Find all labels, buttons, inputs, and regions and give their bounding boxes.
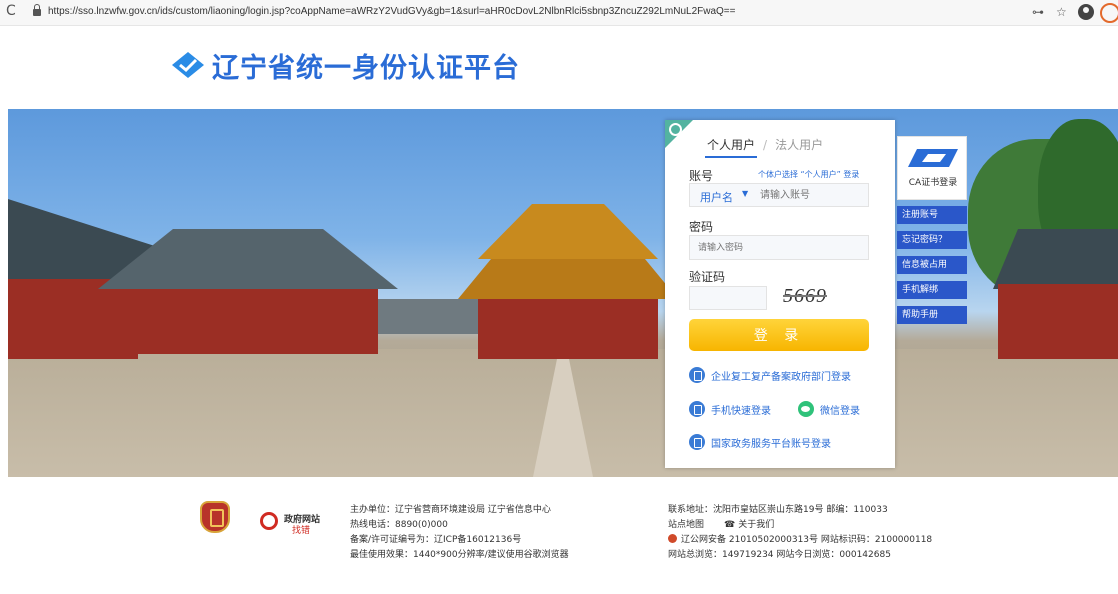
extension-icon[interactable]: [1100, 3, 1118, 23]
enterprise-login-link[interactable]: 企业复工复产备案政府部门登录: [689, 367, 851, 383]
national-login-link[interactable]: 国家政务服务平台账号登录: [689, 434, 831, 450]
account-input[interactable]: [756, 184, 866, 206]
footer-icp[interactable]: 备案/许可证编号为：辽ICP备16012136号: [350, 532, 521, 545]
register-button[interactable]: 注册账号: [897, 206, 967, 224]
party-badge-icon[interactable]: [200, 501, 230, 533]
chevron-down-icon: ▼: [742, 189, 749, 198]
ca-logo-icon: [908, 149, 958, 167]
footer-police-record[interactable]: 辽公网安备 21010502000313号 网站标识码：2100000118: [668, 532, 932, 545]
find-error-label: 找错: [292, 526, 311, 536]
right-hall: [998, 284, 1118, 359]
captcha-input[interactable]: [689, 286, 767, 310]
password-label: 密码: [689, 220, 714, 234]
phone-icon: [689, 367, 705, 383]
pagoda-hall: [478, 299, 658, 359]
pagoda-roof-upper: [478, 204, 658, 259]
key-icon[interactable]: ⊶: [1032, 5, 1044, 19]
user-type-tabs: 个人用户 / 法人用户: [707, 136, 823, 153]
help-manual-button[interactable]: 帮助手册: [897, 306, 967, 324]
login-card: 个人用户 / 法人用户 账号 个体户选择 “个人用户” 登录 用户名 ▼ 密码 验证…: [665, 120, 895, 468]
footer-hotline: 热线电话：8890(0)000: [350, 520, 448, 530]
page-title: 辽宁省统一身份认证平台: [212, 53, 520, 84]
account-field: 用户名 ▼: [689, 183, 869, 207]
account-type-value: 用户名: [700, 191, 733, 204]
footer-visits: 网站总浏览：149719234 网站今日浏览：000142685: [668, 550, 891, 560]
location-icon: [669, 123, 682, 136]
tab-personal-user[interactable]: 个人用户: [707, 138, 755, 152]
wechat-icon: [798, 401, 814, 417]
phone-icon: [689, 401, 705, 417]
enterprise-login-label: 企业复工复产备案政府部门登录: [711, 371, 851, 383]
about-us-link[interactable]: 关于我们: [738, 520, 774, 530]
mid-roof: [98, 229, 398, 289]
info-occupied-button[interactable]: 信息被占用: [897, 256, 967, 274]
sitemap-link[interactable]: 站点地图: [668, 520, 704, 530]
footer-best-view: 最佳使用效果：1440*900分辨率/建议使用谷歌浏览器: [350, 550, 569, 560]
phone-icon: ☎: [724, 520, 736, 530]
ca-login-label: CA证书登录: [908, 178, 958, 188]
footer-host: 主办单位：辽宁省营商环境建设局 辽宁省信息中心: [350, 505, 551, 515]
national-login-label: 国家政务服务平台账号登录: [711, 438, 831, 450]
mobile-login-link[interactable]: 手机快速登录: [689, 401, 771, 417]
ca-login-button[interactable]: CA证书登录: [897, 136, 967, 200]
forgot-password-button[interactable]: 忘记密码？: [897, 231, 967, 249]
profile-avatar[interactable]: [1078, 4, 1094, 20]
gov-site-error-link[interactable]: 政府网站 找错: [258, 506, 326, 536]
tab-separator: /: [763, 138, 768, 152]
captcha-image[interactable]: 5669: [769, 283, 841, 309]
mobile-login-label: 手机快速登录: [711, 405, 771, 417]
star-icon[interactable]: ☆: [1056, 5, 1067, 19]
login-button[interactable]: 登 录: [689, 319, 869, 351]
platform-logo-icon: [172, 52, 204, 78]
reload-icon[interactable]: C: [6, 3, 16, 19]
url-text[interactable]: https://sso.lnzwfw.gov.cn/ids/custom/lia…: [48, 6, 735, 17]
police-record-text: 辽公网安备 21010502000313号 网站标识码：2100000118: [681, 535, 933, 545]
tab-legal-user[interactable]: 法人用户: [775, 138, 823, 152]
browser-address-bar: C https://sso.lnzwfw.gov.cn/ids/custom/l…: [0, 0, 1118, 26]
password-input[interactable]: [689, 235, 869, 260]
lock-icon[interactable]: [33, 4, 41, 16]
phone-icon: [689, 434, 705, 450]
phone-unbind-button[interactable]: 手机解绑: [897, 281, 967, 299]
magnifier-icon: [260, 512, 278, 530]
account-hint: 个体户选择 “个人用户” 登录: [758, 170, 860, 179]
wechat-login-link[interactable]: 微信登录: [798, 401, 860, 417]
footer-address: 联系地址：沈阳市皇姑区崇山东路19号 邮编：110033: [668, 505, 888, 515]
pagoda-roof-lower: [458, 259, 678, 299]
active-tab-indicator: [705, 156, 757, 158]
police-badge-icon: [668, 534, 677, 543]
footer-links: 站点地图 ☎ 关于我们: [668, 517, 774, 530]
account-label: 账号: [689, 169, 714, 183]
wechat-login-label: 微信登录: [820, 405, 860, 417]
low-roof: [378, 299, 488, 334]
captcha-label: 验证码: [689, 270, 726, 284]
mid-hall: [118, 289, 378, 354]
